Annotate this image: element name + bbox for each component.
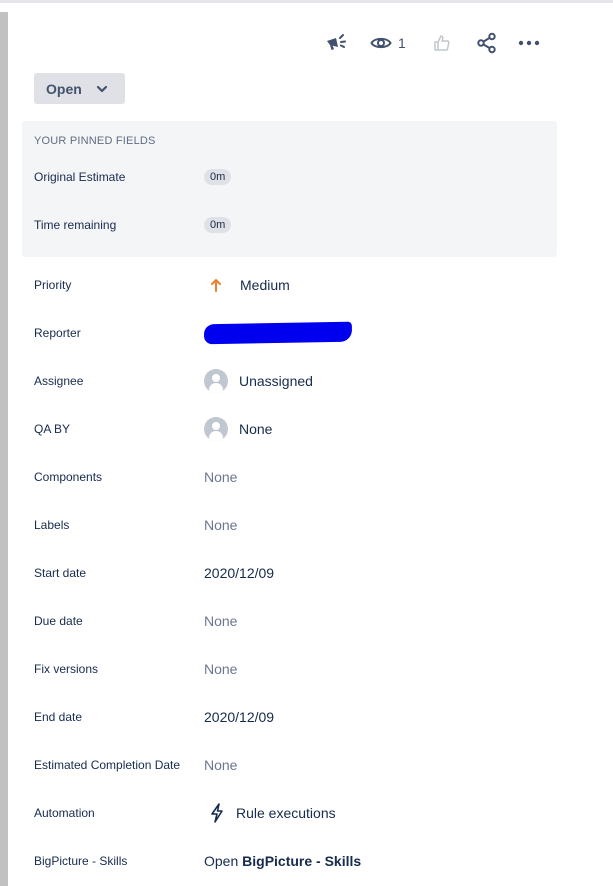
field-estimated-completion-date: Estimated Completion Date None — [34, 753, 574, 777]
automation-value[interactable]: Rule executions — [204, 803, 336, 823]
field-original-estimate: Original Estimate 0m — [34, 165, 574, 189]
field-label: Automation — [34, 806, 95, 820]
field-time-remaining: Time remaining 0m — [34, 213, 574, 237]
assignee-text: Unassigned — [239, 373, 313, 389]
field-due-date: Due date None — [34, 609, 574, 633]
eye-icon — [370, 37, 392, 49]
field-label: Start date — [34, 566, 87, 580]
start-date-value[interactable]: 2020/12/09 — [204, 565, 274, 581]
bigpicture-prefix: Open — [204, 853, 239, 869]
vote-button[interactable] — [432, 30, 452, 56]
feedback-button[interactable] — [320, 30, 352, 56]
estimated-completion-value[interactable]: None — [204, 757, 237, 773]
pinned-fields-title: YOUR PINNED FIELDS — [34, 135, 156, 147]
assignee-value[interactable]: Unassigned — [204, 369, 313, 393]
megaphone-icon — [327, 34, 346, 50]
field-label: Estimated Completion Date — [34, 758, 181, 772]
field-label: Reporter — [34, 326, 81, 340]
field-label: Assignee — [34, 374, 84, 388]
fix-versions-value[interactable]: None — [204, 661, 237, 677]
top-border — [0, 0, 613, 3]
status-dropdown-button[interactable]: Open — [34, 73, 125, 104]
redaction-mark — [203, 321, 353, 345]
field-automation: Automation Rule executions — [34, 801, 574, 825]
lightning-bolt-icon — [210, 803, 230, 823]
labels-value[interactable]: None — [204, 517, 237, 533]
field-assignee: Assignee Unassigned — [34, 369, 574, 393]
field-label: Original Estimate — [34, 170, 126, 184]
reporter-value[interactable] — [203, 321, 353, 345]
priority-text: Medium — [240, 277, 290, 293]
field-labels: Labels None — [34, 513, 574, 537]
thumbs-up-icon — [434, 35, 450, 51]
avatar-icon — [204, 369, 228, 393]
field-bigpicture-skills: BigPicture - Skills Open BigPicture - Sk… — [34, 849, 574, 873]
field-label: QA BY — [34, 422, 71, 436]
field-label: Due date — [34, 614, 83, 628]
field-start-date: Start date 2020/12/09 — [34, 561, 574, 585]
qa-by-text: None — [239, 421, 273, 437]
avatar-icon — [204, 417, 228, 441]
qa-by-value[interactable]: None — [204, 417, 272, 441]
field-fix-versions: Fix versions None — [34, 657, 574, 681]
issue-toolbar: 1 — [320, 30, 540, 56]
automation-text: Rule executions — [236, 805, 336, 821]
field-label: Components — [34, 470, 103, 484]
original-estimate-value[interactable]: 0m — [204, 169, 232, 185]
time-remaining-value[interactable]: 0m — [204, 217, 232, 233]
scrollbar[interactable] — [0, 12, 8, 886]
field-qa-by: QA BY None — [34, 417, 574, 441]
watch-button[interactable]: 1 — [370, 30, 406, 56]
more-actions-button[interactable] — [518, 30, 540, 56]
more-icon — [518, 40, 539, 46]
bigpicture-link[interactable]: Open BigPicture - Skills — [204, 853, 361, 869]
field-label: End date — [34, 710, 83, 724]
due-date-value[interactable]: None — [204, 613, 237, 629]
priority-value[interactable]: Medium — [204, 277, 290, 293]
components-value[interactable]: None — [204, 469, 237, 485]
field-label: Priority — [34, 278, 72, 292]
share-icon — [477, 32, 496, 54]
field-end-date: End date 2020/12/09 — [34, 705, 574, 729]
chevron-down-icon — [96, 85, 108, 93]
share-button[interactable] — [476, 30, 498, 56]
field-components: Components None — [34, 465, 574, 489]
bigpicture-strong: BigPicture - Skills — [242, 853, 362, 869]
field-priority: Priority Medium — [34, 273, 574, 297]
arrow-up-icon — [210, 278, 236, 292]
field-label: Fix versions — [34, 662, 99, 676]
end-date-value[interactable]: 2020/12/09 — [204, 709, 274, 725]
field-label: Time remaining — [34, 218, 117, 232]
field-reporter: Reporter — [34, 321, 574, 345]
watch-count: 1 — [398, 35, 406, 51]
status-label: Open — [46, 80, 82, 97]
field-label: Labels — [34, 518, 70, 532]
field-label: BigPicture - Skills — [34, 854, 128, 868]
